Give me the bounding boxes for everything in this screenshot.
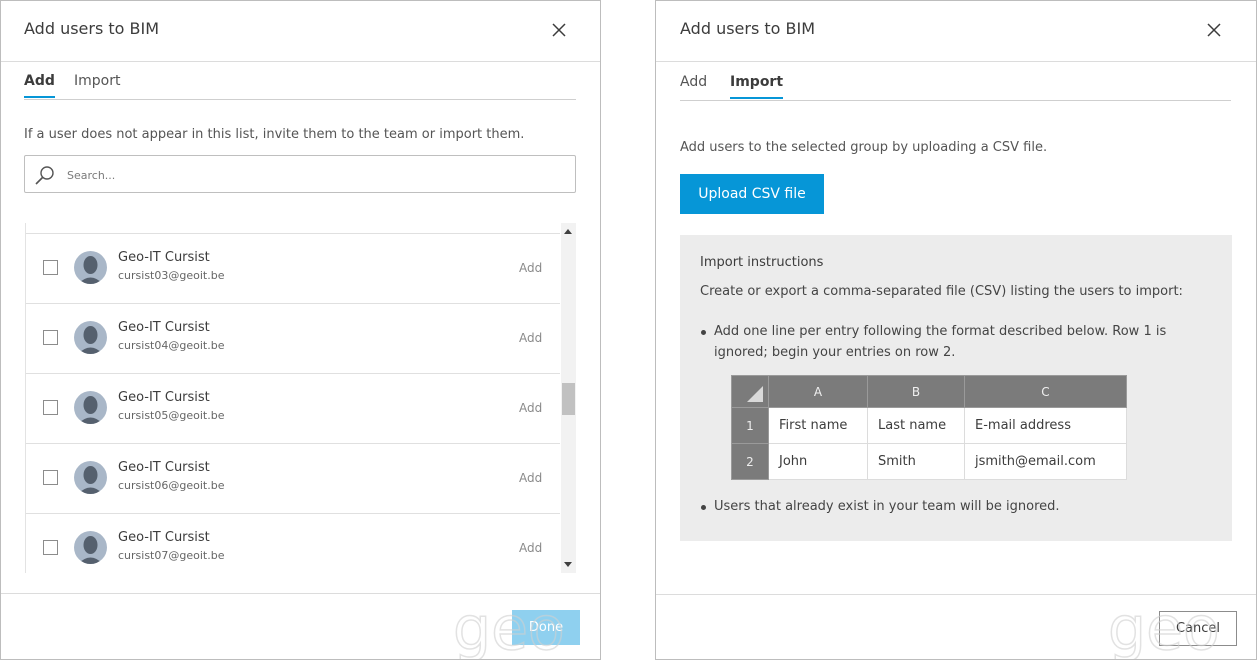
user-name: Geo-IT Cursist <box>118 530 210 545</box>
user-email: cursist07@geoit.be <box>118 549 225 562</box>
upload-csv-button[interactable]: Upload CSV file <box>680 174 824 214</box>
user-silhouette-icon <box>78 536 103 564</box>
footer-divider <box>1 593 600 594</box>
dialog-title: Add users to BIM <box>24 19 160 38</box>
table-cell: Smith <box>867 443 965 480</box>
header-divider <box>656 61 1256 62</box>
import-description: Add users to the selected group by uploa… <box>680 140 1048 155</box>
user-email: cursist03@geoit.be <box>118 269 225 282</box>
footer-divider <box>656 594 1256 595</box>
avatar <box>74 321 107 354</box>
tab-bar: Add Import <box>24 73 576 100</box>
tab-bar: Add Import <box>680 74 1231 101</box>
avatar <box>74 461 107 494</box>
tab-add[interactable]: Add <box>680 74 707 90</box>
scroll-down-arrow-icon[interactable] <box>564 562 572 567</box>
user-checkbox[interactable] <box>43 470 58 485</box>
avatar <box>74 531 107 564</box>
user-silhouette-icon <box>78 466 103 494</box>
list-item: Geo-IT Cursist cursist05@geoit.be Add <box>26 373 560 443</box>
user-list: Geo-IT Cursist cursist03@geoit.be Add Ge… <box>25 223 560 573</box>
add-users-dialog-import: Add users to BIM Add Import Add users to… <box>655 0 1257 660</box>
search-box[interactable] <box>24 155 576 193</box>
table-cell: First name <box>768 407 868 444</box>
user-email: cursist06@geoit.be <box>118 479 225 492</box>
user-silhouette-icon <box>78 396 103 424</box>
avatar <box>74 251 107 284</box>
table-cell: jsmith@email.com <box>964 443 1127 480</box>
column-header: B <box>867 375 965 408</box>
list-scrollbar[interactable] <box>561 223 576 573</box>
table-cell: E-mail address <box>964 407 1127 444</box>
search-input[interactable] <box>65 165 559 185</box>
add-user-button[interactable]: Add <box>519 471 542 485</box>
csv-format-table: A B C 1 First name Last name E-mail addr… <box>731 375 1127 480</box>
column-header: A <box>768 375 868 408</box>
add-user-button[interactable]: Add <box>519 261 542 275</box>
svg-text:geo: geo <box>453 597 565 659</box>
header-divider <box>1 61 600 62</box>
dialog-title: Add users to BIM <box>680 19 816 38</box>
user-checkbox[interactable] <box>43 260 58 275</box>
user-name: Geo-IT Cursist <box>118 460 210 475</box>
table-cell: John <box>768 443 868 480</box>
user-email: cursist04@geoit.be <box>118 339 225 352</box>
hint-text: If a user does not appear in this list, … <box>24 127 525 142</box>
list-item: Geo-IT Cursist cursist04@geoit.be Add <box>26 303 560 373</box>
search-icon <box>35 166 54 185</box>
import-instructions-box: Import instructions Create or export a c… <box>680 235 1232 541</box>
table-corner <box>731 375 769 408</box>
instruction-bullet: Users that already exist in your team wi… <box>701 496 1184 517</box>
list-item: Geo-IT Cursist cursist03@geoit.be Add <box>26 233 560 303</box>
tab-import[interactable]: Import <box>730 74 784 99</box>
instructions-intro: Create or export a comma-separated file … <box>700 284 1183 299</box>
instructions-title: Import instructions <box>700 255 824 270</box>
add-user-button[interactable]: Add <box>519 541 542 555</box>
user-checkbox[interactable] <box>43 540 58 555</box>
avatar <box>74 391 107 424</box>
instruction-bullet: Add one line per entry following the for… <box>701 321 1184 363</box>
add-user-button[interactable]: Add <box>519 331 542 345</box>
geo-watermark-logo: geo <box>452 597 565 659</box>
table-cell: Last name <box>867 407 965 444</box>
svg-text:geo: geo <box>1108 597 1220 659</box>
close-icon[interactable] <box>1204 20 1224 40</box>
list-item: Geo-IT Cursist cursist06@geoit.be Add <box>26 443 560 513</box>
row-number: 1 <box>731 407 769 444</box>
user-silhouette-icon <box>78 256 103 284</box>
geo-watermark-logo: geo <box>1107 597 1220 659</box>
close-icon[interactable] <box>549 20 569 40</box>
row-number: 2 <box>731 443 769 480</box>
add-users-dialog-add: Add users to BIM Add Import If a user do… <box>0 0 601 660</box>
user-name: Geo-IT Cursist <box>118 320 210 335</box>
add-user-button[interactable]: Add <box>519 401 542 415</box>
scrollbar-thumb[interactable] <box>562 383 575 415</box>
user-silhouette-icon <box>78 326 103 354</box>
user-name: Geo-IT Cursist <box>118 390 210 405</box>
user-checkbox[interactable] <box>43 400 58 415</box>
user-checkbox[interactable] <box>43 330 58 345</box>
column-header: C <box>964 375 1127 408</box>
user-name: Geo-IT Cursist <box>118 250 210 265</box>
scroll-up-arrow-icon[interactable] <box>564 229 572 234</box>
tab-import[interactable]: Import <box>74 73 120 89</box>
user-email: cursist05@geoit.be <box>118 409 225 422</box>
list-item: Geo-IT Cursist cursist07@geoit.be Add <box>26 513 560 573</box>
tab-add[interactable]: Add <box>24 73 55 98</box>
